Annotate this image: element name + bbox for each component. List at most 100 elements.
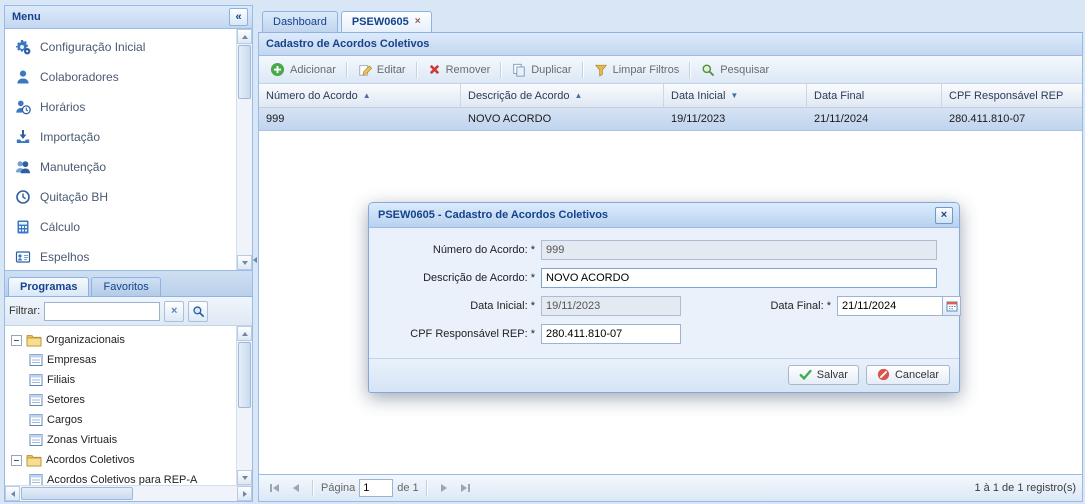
limpar-filtros-button[interactable]: Limpar Filtros [588,60,686,80]
page-label: Página [321,482,355,494]
badge-icon [14,249,32,265]
next-page-button[interactable] [435,479,453,497]
column-header-numero-acordo[interactable]: Número do Acordo ▲ [259,84,461,107]
remover-button[interactable]: Remover [422,60,497,79]
data-inicial-label: Data Inicial: * [375,300,541,312]
toolbar-separator [346,62,348,78]
column-header-descricao-acordo[interactable]: Descrição de Acordo ▲ [461,84,664,107]
menu-item-calculo[interactable]: Cálculo [5,212,252,242]
sidebar-menu-list: Configuração Inicial Colaboradores Horár… [5,29,252,271]
dialog-footer: Salvar Cancelar [369,359,959,392]
tree-node-label: Zonas Virtuais [47,434,117,446]
column-header-data-inicial[interactable]: Data Inicial ▼ [664,84,807,107]
cpf-field[interactable] [541,324,681,344]
gears-icon [14,39,32,55]
column-header-data-final[interactable]: Data Final [807,84,942,107]
main-tabbar: Dashboard PSEW0605 × [258,5,1083,33]
filter-input[interactable] [44,302,160,321]
data-final-group: Data Final: * [681,296,961,316]
cell-numero: 999 [259,108,461,130]
tab-favoritos[interactable]: Favoritos [91,277,160,296]
tab-dashboard[interactable]: Dashboard [262,11,338,32]
menu-item-colaboradores[interactable]: Colaboradores [5,62,252,92]
duplicar-button[interactable]: Duplicar [506,60,577,80]
cancel-button[interactable]: Cancelar [866,365,950,385]
tab-psew0605[interactable]: PSEW0605 × [341,11,432,32]
toolbar-separator [426,480,428,496]
column-header-cpf-responsavel[interactable]: CPF Responsável REP [942,84,1082,107]
filter-clear-button[interactable]: × [164,301,184,322]
tree-node-empresas[interactable]: Empresas [5,350,252,370]
tab-close-icon[interactable]: × [415,17,421,27]
last-page-button[interactable] [457,479,475,497]
filter-search-button[interactable] [188,301,208,322]
scroll-thumb[interactable] [238,342,251,408]
calculator-icon [14,219,32,235]
calendar-icon[interactable] [943,296,961,316]
tree-node-acordos-coletivos-rep-a[interactable]: Acordos Coletivos para REP-A [5,470,252,485]
clock-icon [14,189,32,205]
collapse-node-icon[interactable] [11,455,22,466]
menu-item-manutencao[interactable]: Manutenção [5,152,252,182]
tab-programas[interactable]: Programas [8,277,89,296]
dialog-header[interactable]: PSEW0605 - Cadastro de Acordos Coletivos… [369,203,959,228]
menu-item-label: Importação [40,130,100,144]
dialog-close-button[interactable]: × [935,207,953,224]
edit-icon [358,63,372,77]
scroll-up-icon[interactable] [237,326,252,341]
dialog-title: PSEW0605 - Cadastro de Acordos Coletivos [378,209,935,221]
tree-node-organizacionais[interactable]: Organizacionais [5,330,252,350]
tree-node-filiais[interactable]: Filiais [5,370,252,390]
tree-node-zonas-virtuais[interactable]: Zonas Virtuais [5,430,252,450]
form-row-numero: Número do Acordo: * [375,240,949,260]
tree-node-label: Setores [47,394,85,406]
toolbar-separator [312,480,314,496]
tree-scrollbar-horizontal[interactable] [5,485,252,501]
descricao-field[interactable] [541,268,937,288]
scroll-down-icon[interactable] [237,255,252,270]
tree-scrollbar-vertical[interactable] [236,326,252,485]
menu-item-label: Horários [40,100,85,114]
data-final-field[interactable] [837,296,943,316]
scroll-right-icon[interactable] [237,486,252,501]
cadastro-dialog: PSEW0605 - Cadastro de Acordos Coletivos… [368,202,960,393]
form-icon [29,473,43,485]
collapse-node-icon[interactable] [11,335,22,346]
pesquisar-button[interactable]: Pesquisar [695,60,775,80]
save-button[interactable]: Salvar [788,365,859,385]
tab-label: PSEW0605 [352,16,409,28]
scroll-down-icon[interactable] [237,470,252,485]
splitter-collapse-handle[interactable] [252,245,257,275]
menu-item-horarios[interactable]: Horários [5,92,252,122]
table-row[interactable]: 999 NOVO ACORDO 19/11/2023 21/11/2024 28… [259,108,1082,131]
menu-item-importacao[interactable]: Importação [5,122,252,152]
first-page-button[interactable] [265,479,283,497]
tree-node-setores[interactable]: Setores [5,390,252,410]
sidebar-collapse-button[interactable]: « [229,8,248,26]
numero-label: Número do Acordo: * [375,244,541,256]
duplicate-icon [512,63,526,77]
tree-node-acordos-coletivos[interactable]: Acordos Coletivos [5,450,252,470]
tree-node-cargos[interactable]: Cargos [5,410,252,430]
search-icon [701,63,715,77]
sidebar-splitter[interactable] [251,5,258,502]
editar-button[interactable]: Editar [352,60,412,80]
scroll-left-icon[interactable] [5,486,20,501]
sidebar: Menu « Configuração Inicial Colaboradore… [4,5,253,502]
prev-page-button[interactable] [287,479,305,497]
scroll-thumb[interactable] [238,45,251,99]
menu-item-espelhos[interactable]: Espelhos [5,242,252,272]
menu-item-quitacao-bh[interactable]: Quitação BH [5,182,252,212]
form-row-descricao: Descrição de Acordo: * [375,268,949,288]
panel-title: Cadastro de Acordos Coletivos [266,38,429,50]
sort-asc-icon: ▲ [575,91,583,100]
page-input[interactable] [359,479,393,497]
menu-scrollbar[interactable] [236,29,252,270]
scroll-thumb[interactable] [21,487,133,500]
cpf-label: CPF Responsável REP: * [375,328,541,340]
tree-node-label: Acordos Coletivos para REP-A [47,474,197,485]
menu-item-label: Configuração Inicial [40,40,145,54]
scroll-up-icon[interactable] [237,29,252,44]
adicionar-button[interactable]: Adicionar [264,59,342,80]
menu-item-configuracao-inicial[interactable]: Configuração Inicial [5,32,252,62]
